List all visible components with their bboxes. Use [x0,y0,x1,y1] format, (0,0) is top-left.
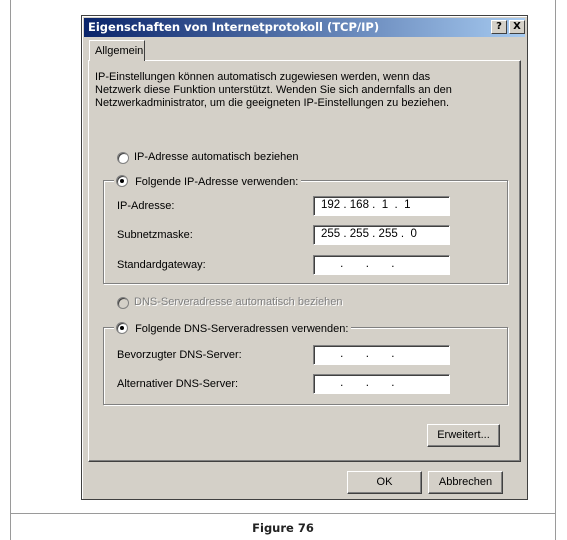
ip-manual-option[interactable]: Folgende IP-Adresse verwenden: [114,173,302,188]
dns-manual-label[interactable]: Folgende DNS-Serveradressen verwenden: [135,323,348,335]
help-button[interactable]: ? [491,20,507,34]
tcpip-properties-dialog: Eigenschaften von Internetprotokoll (TCP… [81,15,528,500]
ip-address-input[interactable]: 192 . 168 . 1 . 1 [313,196,450,216]
default-gateway-input[interactable]: . . . [313,255,450,275]
preferred-dns-input[interactable]: . . . [313,345,450,365]
window-title: Eigenschaften von Internetprotokoll (TCP… [88,20,380,34]
ip-address-label: IP-Adresse: [117,200,175,212]
advanced-button[interactable]: Erweitert... [427,424,500,447]
title-bar[interactable]: Eigenschaften von Internetprotokoll (TCP… [84,18,525,37]
alternate-dns-label: Alternativer DNS-Server: [117,378,239,390]
dns-manual-option[interactable]: Folgende DNS-Serveradressen verwenden: [114,320,352,335]
subnet-mask-label: Subnetzmaske: [117,229,193,241]
tab-allgemein[interactable]: Allgemein [89,40,145,61]
caption-area: Figure 76 [10,514,556,540]
dns-manual-radio[interactable] [116,322,128,334]
subnet-mask-input[interactable]: 255 . 255 . 255 . 0 [313,225,450,245]
dns-auto-label[interactable]: DNS-Serveradresse automatisch beziehen [134,296,343,308]
ip-manual-label[interactable]: Folgende IP-Adresse verwenden: [135,176,298,188]
preferred-dns-label: Bevorzugter DNS-Server: [117,349,242,361]
alternate-dns-input[interactable]: . . . [313,374,450,394]
ok-button[interactable]: OK [347,471,422,494]
intro-text: IP-Einstellungen können automatisch zuge… [95,71,452,109]
close-button[interactable]: X [509,20,525,34]
default-gateway-label: Standardgateway: [117,259,206,271]
ip-auto-radio[interactable] [117,152,129,164]
dns-auto-radio[interactable] [117,297,129,309]
cancel-button[interactable]: Abbrechen [428,471,503,494]
tab-label: Allgemein [95,45,144,57]
ip-manual-radio[interactable] [116,175,128,187]
figure-caption: Figure 76 [252,521,314,535]
ip-auto-label[interactable]: IP-Adresse automatisch beziehen [134,151,298,163]
